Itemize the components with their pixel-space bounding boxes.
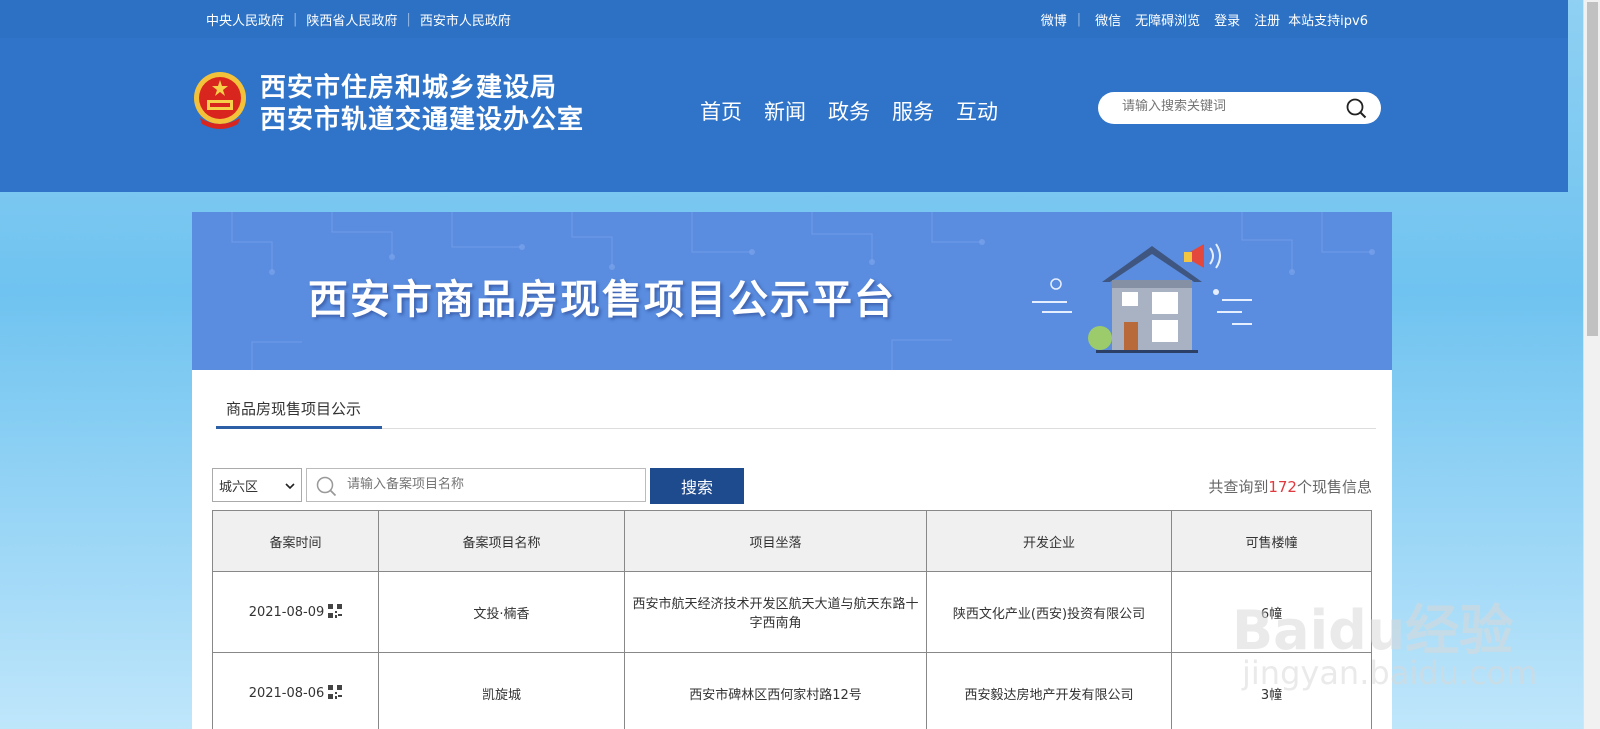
result-suffix: 个现售信息	[1296, 478, 1372, 496]
divider: |	[406, 11, 411, 27]
search-icon	[316, 476, 337, 497]
watermark-url: jingyan.baidu.com	[1242, 654, 1538, 692]
site-search	[1098, 92, 1381, 124]
district-select[interactable]: 城六区	[212, 468, 302, 502]
project-name-input[interactable]	[347, 477, 627, 492]
content-card: 商品房现售项目公示 城六区 搜索 共查询到172个现售信息 备案时间 备案项目名…	[192, 370, 1392, 729]
cell-developer: 陕西文化产业(西安)投资有限公司	[926, 571, 1172, 653]
link-weibo[interactable]: 微博	[1041, 10, 1067, 29]
table-header-row: 备案时间 备案项目名称 项目坐落 开发企业 可售楼幢	[212, 510, 1372, 572]
project-table: 备案时间 备案项目名称 项目坐落 开发企业 可售楼幢 2021-08-09 文投…	[212, 510, 1372, 729]
cell-location: 西安市航天经济技术开发区航天大道与航天东路十字西南角	[624, 571, 927, 653]
link-shaanxi-gov[interactable]: 陕西省人民政府	[306, 10, 397, 29]
utility-links: 微博 | 微信 无障碍浏览 登录 注册 本站支持ipv6	[1027, 0, 1368, 38]
search-icon[interactable]	[1345, 97, 1367, 119]
site-search-input[interactable]	[1122, 99, 1332, 114]
link-accessibility[interactable]: 无障碍浏览	[1135, 10, 1200, 29]
result-count: 共查询到172个现售信息	[1208, 476, 1372, 497]
table-row[interactable]: 2021-08-09 文投·楠香 西安市航天经济技术开发区航天大道与航天东路十字…	[212, 571, 1372, 653]
project-name-search	[306, 468, 646, 502]
active-tab-indicator	[216, 426, 382, 429]
scrollbar-thumb[interactable]	[1587, 2, 1598, 336]
link-wechat[interactable]: 微信	[1095, 10, 1121, 29]
search-button[interactable]: 搜索	[650, 468, 744, 504]
org-line-2: 西安市轨道交通建设办公室	[260, 105, 585, 135]
link-register[interactable]: 注册	[1254, 10, 1280, 29]
nav-services[interactable]: 服务	[892, 96, 934, 126]
link-xian-gov[interactable]: 西安市人民政府	[420, 10, 511, 29]
cell-developer: 西安毅达房地产开发有限公司	[926, 652, 1172, 729]
nav-home[interactable]: 首页	[700, 96, 742, 126]
nav-interaction[interactable]: 互动	[956, 96, 998, 126]
national-emblem-icon	[194, 72, 246, 129]
link-central-gov[interactable]: 中央人民政府	[206, 10, 284, 29]
tab-commercial-housing[interactable]: 商品房现售项目公示	[226, 398, 361, 419]
result-number: 172	[1268, 478, 1297, 496]
house-megaphone-illustration	[1032, 243, 1252, 353]
cell-project-name[interactable]: 凯旋城	[378, 652, 625, 729]
tab-divider	[216, 428, 1376, 429]
date-text: 2021-08-09	[248, 605, 325, 620]
qr-code-icon[interactable]	[328, 604, 343, 618]
org-line-1: 西安市住房和城乡建设局	[260, 73, 558, 103]
top-bar: 中央人民政府 | 陕西省人民政府 | 西安市人民政府 微博 | 微信 无障碍浏览…	[0, 0, 1568, 38]
qr-code-icon[interactable]	[328, 685, 343, 699]
table-row[interactable]: 2021-08-06 凯旋城 西安市碑林区西何家村路12号 西安毅达房地产开发有…	[212, 652, 1372, 729]
divider: |	[293, 11, 298, 27]
col-developer: 开发企业	[926, 510, 1172, 572]
date-text: 2021-08-06	[248, 686, 325, 701]
cell-project-name[interactable]: 文投·楠香	[378, 571, 625, 653]
nav-government-affairs[interactable]: 政务	[828, 96, 870, 126]
link-login[interactable]: 登录	[1214, 10, 1240, 29]
main-nav: 首页 新闻 政务 服务 互动	[700, 96, 1020, 126]
ipv6-note: 本站支持ipv6	[1288, 13, 1368, 29]
nav-news[interactable]: 新闻	[764, 96, 806, 126]
col-project-name: 备案项目名称	[378, 510, 625, 572]
divider: |	[1076, 11, 1082, 27]
platform-banner: 西安市商品房现售项目公示平台	[192, 212, 1392, 370]
cell-date: 2021-08-09	[212, 571, 379, 653]
organization-name[interactable]: 西安市住房和城乡建设局 西安市轨道交通建设办公室	[260, 72, 584, 136]
chevron-down-icon	[285, 483, 295, 490]
baidu-watermark: Baidu经验 jingyan.baidu.com	[1232, 556, 1552, 696]
result-prefix: 共查询到	[1208, 478, 1269, 496]
col-location: 项目坐落	[624, 510, 927, 572]
cell-location: 西安市碑林区西何家村路12号	[624, 652, 927, 729]
gov-links: 中央人民政府 | 陕西省人民政府 | 西安市人民政府	[206, 0, 511, 38]
cell-date: 2021-08-06	[212, 652, 379, 729]
col-filing-date: 备案时间	[212, 510, 379, 572]
page-scrollbar[interactable]	[1583, 0, 1600, 729]
district-select-value: 城六区	[219, 479, 259, 495]
banner-title: 西安市商品房现售项目公示平台	[308, 277, 896, 323]
site-header: 西安市住房和城乡建设局 西安市轨道交通建设办公室 首页 新闻 政务 服务 互动	[0, 38, 1568, 192]
